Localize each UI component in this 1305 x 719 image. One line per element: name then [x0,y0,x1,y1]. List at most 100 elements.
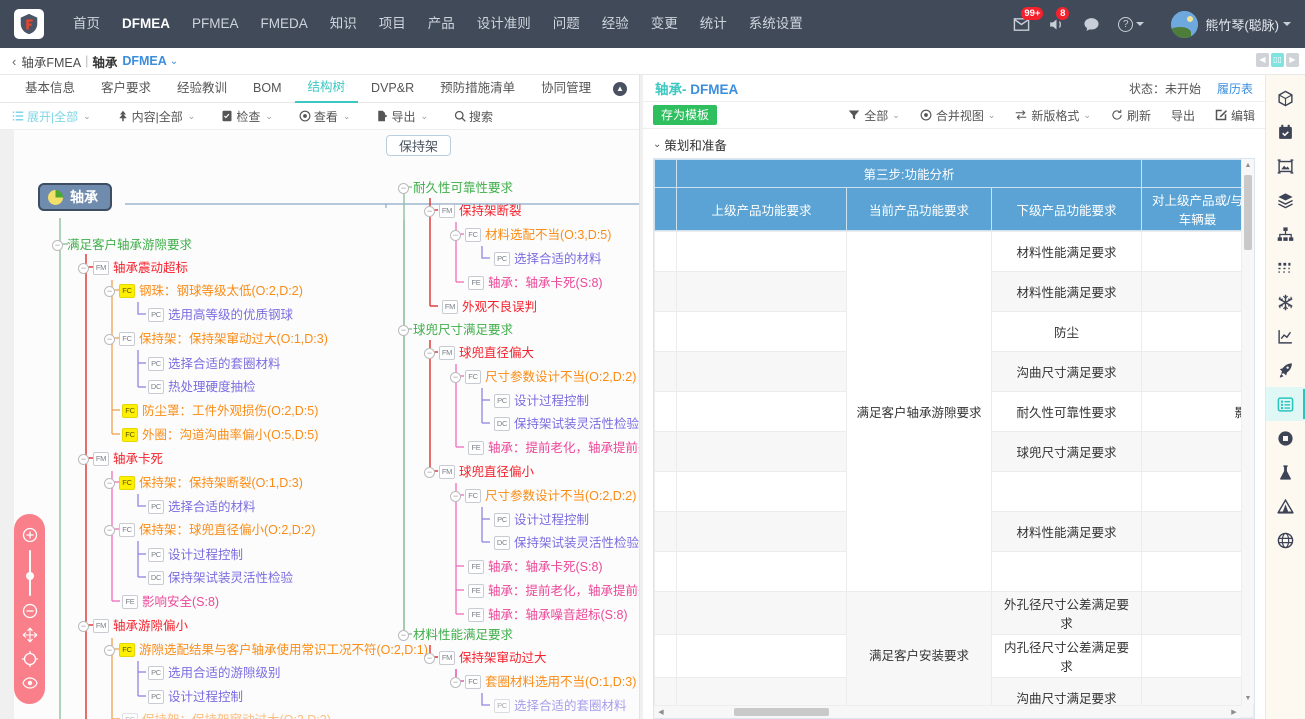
nav-item-6[interactable]: 产品 [417,0,466,48]
tree-node[interactable]: PC 选择合适的套圈材料 [148,357,281,371]
tree-node[interactable]: − FM 球兜直径偏小 [424,465,534,479]
tree-node[interactable]: − FM 保持架断裂 [424,204,522,218]
scroll-down-arrow-icon[interactable]: ▼ [1242,692,1254,705]
expander-icon[interactable]: − [104,524,115,536]
expander-icon[interactable]: − [424,652,435,664]
breadcrumb-chevron-down-icon[interactable]: ⌄ [170,56,178,67]
fit-icon[interactable] [21,651,38,667]
breadcrumb-back-button[interactable]: ‹ [12,54,16,69]
panel-split-button[interactable]: ▯▯ [1271,53,1284,67]
rail-item-tent[interactable] [1266,489,1305,523]
tree-node[interactable]: PC 选择合适的材料 [148,500,256,514]
tree-node[interactable]: − FM 保持架窜动过大 [424,651,547,665]
expander-icon[interactable]: − [104,644,115,656]
tree-root-node[interactable]: 轴承 [38,183,112,211]
tree-node[interactable]: DC 保持架试装灵活性检验 [494,417,639,431]
tree-node[interactable]: PC 选择合适的套圈材料 [494,699,627,713]
rail-item-chart-line[interactable] [1266,319,1305,353]
nav-item-8[interactable]: 问题 [542,0,591,48]
rail-item-image-frame[interactable] [1266,149,1305,183]
nav-item-5[interactable]: 项目 [368,0,417,48]
table-scroll-body[interactable]: 满足客户轴承游隙要求 材料性能满足要求 材料性能满足要求 防尘 沟曲尺寸满足要求 … [654,231,1254,718]
tree-node[interactable]: − FC 保持架：保持架窜动过大(O:1,D:3) [104,332,328,346]
tree-node[interactable]: − FC 尺寸参数设计不当(O:2,D:2) [450,370,636,384]
expander-icon[interactable]: − [450,676,461,688]
expander-icon[interactable]: − [450,229,461,241]
format-version-button[interactable]: 新版格式 ⌄ [1015,107,1091,124]
rail-item-rocket[interactable] [1266,353,1305,387]
expander-icon[interactable]: − [424,466,435,478]
tree-node[interactable]: − FC 保持架：保持架断裂(O:1,D:3) [104,476,303,490]
tree-node[interactable]: − FM 轴承游隙偏小 [78,619,188,633]
rail-item-stop-circle[interactable] [1266,421,1305,455]
nav-item-0[interactable]: 首页 [62,0,111,48]
rail-item-snowflake[interactable] [1266,285,1305,319]
move-icon[interactable] [22,627,38,643]
visibility-eye-icon[interactable] [21,675,38,691]
tree-node[interactable]: PC 选用高等级的优质钢球 [148,308,293,322]
function-analysis-table[interactable]: 第三步:功能分析 上级产品功能要求 当前产品功能要求 下级产品功能要求 对上级产… [653,158,1255,719]
zoom-slider-thumb[interactable] [25,572,34,580]
section-title-planning[interactable]: ⌄ 策划和准备 [643,129,1265,158]
tree-node[interactable]: FM 外观不良误判 [442,300,537,314]
refresh-button[interactable]: 刷新 [1111,107,1151,124]
collapse-panel-button[interactable]: ▲ [613,81,627,96]
expander-icon[interactable]: − [78,620,89,632]
toolbar-expand[interactable]: 展开|全部 ⌄ [12,108,91,125]
expander-icon[interactable]: − [424,205,435,217]
tab-basic-info[interactable]: 基本信息 [12,75,88,102]
filter-all-button[interactable]: 全部 ⌄ [848,107,900,124]
tree-node[interactable]: − 材料性能满足要求 [398,628,513,642]
nav-item-11[interactable]: 统计 [689,0,738,48]
zoom-out-icon[interactable] [22,603,38,619]
expander-icon[interactable]: − [104,477,115,489]
toolbar-search[interactable]: 搜索 [454,108,493,125]
tab-collaboration[interactable]: 协同管理 [528,75,604,102]
tree-node[interactable]: − FM 轴承震动超标 [78,261,188,275]
expander-icon[interactable]: − [450,490,461,502]
panel-right-button[interactable]: ▶ [1286,53,1299,67]
tab-lessons-learned[interactable]: 经验教训 [164,75,240,102]
tree-node[interactable]: − FC 保持架：球兜直径偏小(O:2,D:2) [104,523,315,537]
chat-icon[interactable] [1083,16,1100,33]
expander-icon[interactable]: − [104,333,115,345]
expander-icon[interactable]: − [424,347,435,359]
zoom-in-icon[interactable] [22,527,38,543]
help-icon[interactable]: ? [1118,16,1145,32]
tree-node[interactable]: FC 防尘罩：工件外观损伤(O:2,D:5) [122,404,318,418]
breadcrumb-parent[interactable]: 轴承FMEA [21,52,81,71]
nav-item-9[interactable]: 经验 [591,0,640,48]
export-button[interactable]: 导出 [1171,107,1195,124]
tab-prevention-list[interactable]: 预防措施清单 [427,75,528,102]
table-row[interactable]: 满足客户轴承游隙要求 材料性能满足要求 [654,231,1254,592]
tree-node[interactable]: PC 选用合适的游隙级别 [148,666,281,680]
nav-item-12[interactable]: 系统设置 [738,0,814,48]
nav-item-7[interactable]: 设计准则 [466,0,542,48]
rail-item-flask[interactable] [1266,455,1305,489]
tree-node[interactable]: − FC 钢珠：钢球等级太低(O:2,D:2) [104,284,303,298]
history-link[interactable]: 履历表 [1217,80,1253,97]
scroll-left-arrow-icon[interactable]: ◀ [654,708,668,716]
save-as-template-button[interactable]: 存为模板 [653,104,718,126]
username-label[interactable]: 熊竹琴(聪脉) [1205,15,1279,34]
table-row[interactable]: 满足客户安装要求 外孔径尺寸公差满足要求 [654,591,1254,718]
tab-customer-requirements[interactable]: 客户要求 [88,75,164,102]
tree-node[interactable]: PC 选择合适的材料 [494,252,602,266]
tree-node[interactable]: − FC 套圈材料选用不当(O:1,D:3) [450,675,636,689]
tree-node[interactable]: DC 保持架试装灵活性检验 [494,536,639,550]
tree-node[interactable]: DC 热处理硬度抽检 [148,380,256,394]
nav-item-10[interactable]: 变更 [640,0,689,48]
tree-node[interactable]: FE 轴承：提前老化，轴承提前失效(S:5) [468,584,639,598]
tree-canvas[interactable]: 轴承 保持架 − 满足客户轴承游隙要求 − FM 轴承震动超标 − FC 钢珠：钢球等级太… [0,130,639,719]
shield-logo[interactable] [14,9,44,39]
mail-icon[interactable]: 99+ [1013,6,1044,33]
bell-icon[interactable]: 8 [1048,6,1070,33]
rail-item-list[interactable] [1265,387,1305,421]
expander-icon[interactable]: − [398,324,409,336]
vertical-scroll-thumb[interactable] [1244,175,1252,250]
tree-node[interactable]: − 满足客户轴承游隙要求 [52,238,192,252]
tree-node[interactable]: PC 设计过程控制 [494,513,589,527]
scroll-right-arrow-icon[interactable]: ▶ [1227,708,1241,716]
tree-node[interactable]: FC 外圈：沟道沟曲率偏小(O:5,D:5) [122,428,318,442]
nav-item-1[interactable]: DFMEA [111,0,181,48]
